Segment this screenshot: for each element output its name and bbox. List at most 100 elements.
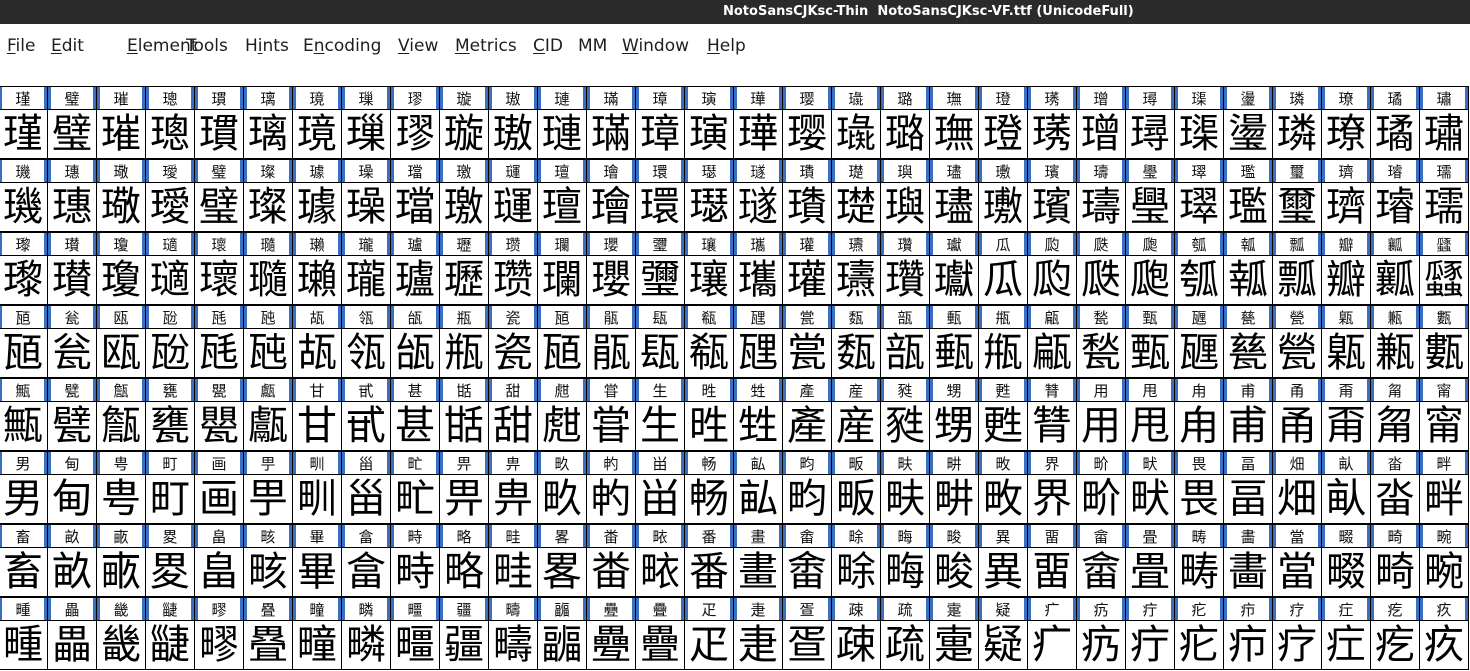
glyph-label[interactable]: 瓜 [979,232,1028,256]
glyph-cell[interactable]: 璲 [734,183,783,232]
glyph-cell[interactable]: 瓻 [685,329,734,378]
glyph-cell[interactable]: 甩 [1126,402,1175,451]
glyph-label[interactable]: 畉 [881,451,930,475]
glyph-cell[interactable]: 瓶 [440,329,489,378]
glyph-label[interactable]: 瓌 [195,232,244,256]
glyph-label[interactable]: 町 [146,451,195,475]
glyph-cell[interactable]: 畩 [636,548,685,597]
glyph-cell[interactable]: 畎 [1126,475,1175,524]
glyph-label[interactable]: 甃 [1077,305,1126,329]
glyph-cell[interactable]: 璅 [342,110,391,159]
glyph-cell[interactable]: 璳 [783,183,832,232]
glyph-cell[interactable]: 畸 [1371,548,1420,597]
glyph-cell[interactable]: 瓙 [832,256,881,305]
glyph-cell[interactable]: 疍 [783,621,832,670]
glyph-label[interactable]: 璛 [1420,86,1469,110]
glyph-label[interactable]: 甆 [1224,305,1273,329]
glyph-label[interactable]: 畴 [1175,524,1224,548]
glyph-label[interactable]: 璉 [538,86,587,110]
glyph-cell[interactable]: 璒 [979,110,1028,159]
glyph-cell[interactable]: 瓒 [489,256,538,305]
glyph-cell[interactable]: 略 [440,548,489,597]
glyph-label[interactable]: 畷 [1322,524,1371,548]
glyph-cell[interactable]: 疇 [489,621,538,670]
glyph-cell[interactable]: 甞 [587,402,636,451]
glyph-cell[interactable]: 瓀 [1420,183,1469,232]
glyph-label[interactable]: 疑 [979,597,1028,621]
glyph-label[interactable]: 璧 [195,159,244,183]
glyph-label[interactable]: 璻 [1175,159,1224,183]
glyph-cell[interactable]: 畽 [0,621,48,670]
glyph-label[interactable]: 畨 [587,524,636,548]
glyph-cell[interactable]: 畴 [1175,548,1224,597]
glyph-label[interactable]: 番 [685,524,734,548]
glyph-label[interactable]: 瓝 [1028,232,1077,256]
glyph-label[interactable]: 璶 [930,159,979,183]
glyph-label[interactable]: 甬 [1273,378,1322,402]
glyph-cell[interactable]: 甒 [0,402,48,451]
glyph-label[interactable]: 甓 [48,378,97,402]
glyph-cell[interactable]: 疏 [881,621,930,670]
glyph-cell[interactable]: 疖 [1224,621,1273,670]
glyph-cell[interactable]: 瓽 [783,329,832,378]
glyph-cell[interactable]: 瓠 [1175,256,1224,305]
glyph-label[interactable]: 璍 [734,86,783,110]
glyph-label[interactable]: 畅 [685,451,734,475]
glyph-label[interactable]: 畍 [1077,451,1126,475]
glyph-cell[interactable]: 瓥 [1420,256,1469,305]
glyph-cell[interactable]: 畐 [1224,475,1273,524]
glyph-cell[interactable]: 畱 [1028,548,1077,597]
glyph-label[interactable]: 甩 [1126,378,1175,402]
glyph-cell[interactable]: 畋 [979,475,1028,524]
glyph-label[interactable]: 畮 [881,524,930,548]
glyph-cell[interactable]: 甁 [979,329,1028,378]
glyph-cell[interactable]: 璙 [1322,110,1371,159]
glyph-label[interactable]: 璿 [1371,159,1420,183]
glyph-cell[interactable]: 甃 [1077,329,1126,378]
glyph-cell[interactable]: 疎 [832,621,881,670]
glyph-label[interactable]: 甧 [1028,378,1077,402]
glyph-cell[interactable]: 畔 [1420,475,1469,524]
glyph-cell[interactable]: 瓴 [342,329,391,378]
glyph-cell[interactable]: 璾 [1322,183,1371,232]
glyph-cell[interactable]: 瓍 [244,256,293,305]
glyph-label[interactable]: 璙 [1322,86,1371,110]
glyph-label[interactable]: 璹 [1077,159,1126,183]
glyph-cell[interactable]: 瓮 [48,329,97,378]
glyph-label[interactable]: 璪 [342,159,391,183]
glyph-label[interactable]: 璱 [685,159,734,183]
glyph-cell[interactable]: 畄 [636,475,685,524]
glyph-cell[interactable]: 璌 [685,110,734,159]
glyph-cell[interactable]: 疐 [930,621,979,670]
glyph-cell[interactable]: 甖 [195,402,244,451]
glyph-label[interactable]: 瓈 [0,232,48,256]
glyph-cell[interactable]: 瑻 [195,110,244,159]
glyph-label[interactable]: 璮 [538,159,587,183]
glyph-label[interactable]: 甇 [1273,305,1322,329]
glyph-cell[interactable]: 甈 [1322,329,1371,378]
glyph-cell[interactable]: 甓 [48,402,97,451]
glyph-cell[interactable]: 異 [979,548,1028,597]
glyph-cell[interactable]: 璇 [440,110,489,159]
glyph-label[interactable]: 甥 [930,378,979,402]
glyph-label[interactable]: 璓 [1028,86,1077,110]
glyph-cell[interactable]: 璤 [48,183,97,232]
glyph-cell[interactable]: 瓏 [342,256,391,305]
glyph-cell[interactable]: 畈 [832,475,881,524]
glyph-label[interactable]: 画 [195,451,244,475]
glyph-cell[interactable]: 璧 [195,183,244,232]
glyph-label[interactable]: 璾 [1322,159,1371,183]
glyph-cell[interactable]: 甹 [97,475,146,524]
glyph-label[interactable]: 畣 [342,524,391,548]
glyph-cell[interactable]: 疙 [1371,621,1420,670]
glyph-label[interactable]: 畳 [1126,524,1175,548]
glyph-cell[interactable]: 畦 [489,548,538,597]
glyph-cell[interactable]: 璼 [1224,183,1273,232]
glyph-cell[interactable]: 瓳 [293,329,342,378]
glyph-cell[interactable]: 瓉 [48,256,97,305]
glyph-label[interactable]: 瓺 [636,305,685,329]
glyph-cell[interactable]: 甕 [146,402,195,451]
glyph-cell[interactable]: 瑾 [0,110,48,159]
glyph-cell[interactable]: 璣 [0,183,48,232]
glyph-label[interactable]: 璋 [636,86,685,110]
